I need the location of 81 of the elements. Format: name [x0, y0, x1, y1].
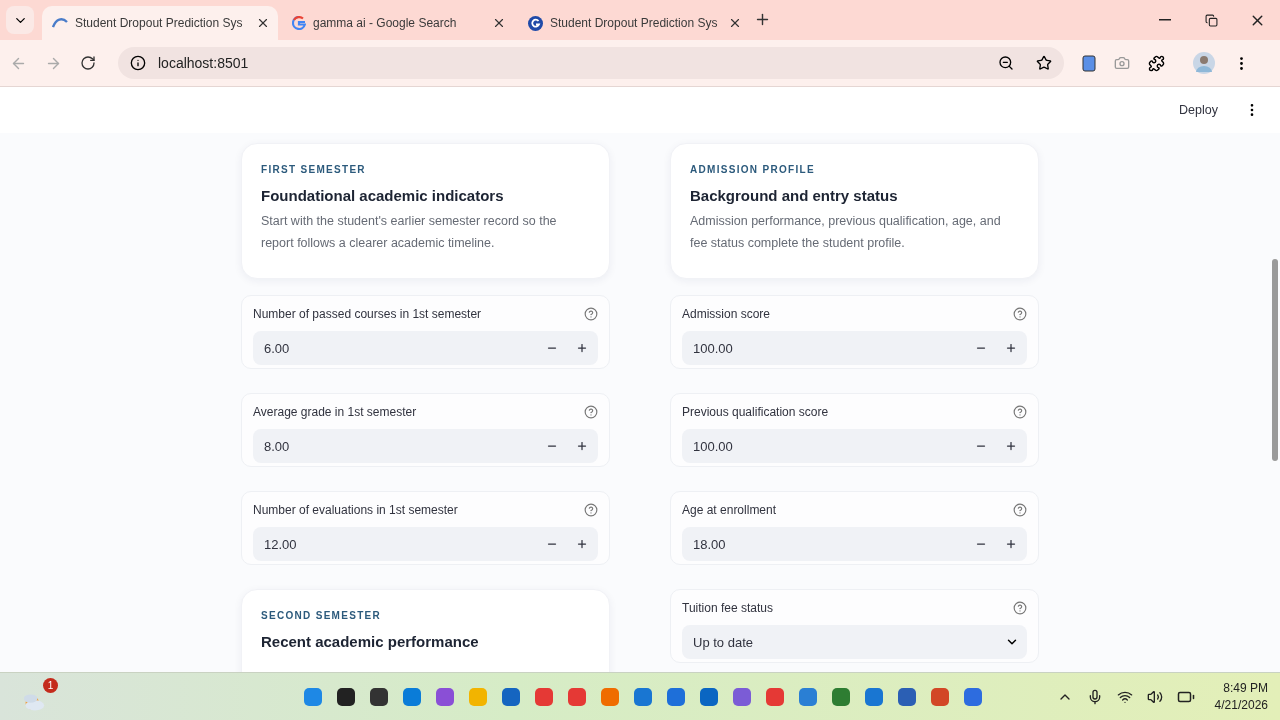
number-field[interactable]: 12.00	[253, 527, 598, 561]
plus-icon	[1005, 538, 1017, 550]
section-title: Foundational academic indicators	[261, 187, 505, 204]
plus-icon	[576, 538, 588, 550]
field-value: 100.00	[693, 438, 734, 454]
notification-badge: 1	[43, 677, 58, 693]
close-tab-button[interactable]	[728, 16, 742, 30]
field-value: Up to date	[693, 634, 754, 650]
field-value: 12.00	[264, 536, 298, 552]
section-eyebrow: ADMISSION PROFILE	[690, 164, 816, 175]
app-icon[interactable]	[368, 685, 390, 708]
field-value: 8.00	[264, 438, 291, 454]
field-label: Number of evaluations in 1st semester	[253, 503, 458, 517]
new-tab-button[interactable]	[754, 11, 771, 28]
clock[interactable]: 8:49 PM 4/21/2026	[1214, 679, 1268, 714]
address-text: localhost:8501	[158, 55, 250, 71]
field-value: 18.00	[693, 536, 727, 552]
field-label: Previous qualification score	[682, 405, 829, 419]
help-icon[interactable]	[584, 307, 598, 321]
number-field[interactable]: 8.00	[253, 429, 598, 463]
browser-tab[interactable]: Student Dropout Prediction Sys	[42, 6, 278, 40]
field-label: Average grade in 1st semester	[253, 405, 417, 419]
field-label: Admission score	[682, 307, 771, 321]
help-icon[interactable]	[584, 405, 598, 419]
help-icon[interactable]	[1013, 307, 1027, 321]
address-bar[interactable]: localhost:8501	[118, 47, 1064, 79]
scrollbar-thumb[interactable]	[1272, 259, 1278, 461]
help-icon[interactable]	[1013, 405, 1027, 419]
app-icon[interactable]	[335, 685, 357, 708]
field-value: 6.00	[264, 340, 291, 356]
tab-title: Student Dropout Prediction Sys	[550, 16, 719, 30]
help-icon[interactable]	[1013, 601, 1027, 615]
field-label: Number of passed courses in 1st semester	[253, 307, 482, 321]
close-tab-button[interactable]	[492, 16, 506, 30]
reload-button[interactable]	[80, 55, 96, 71]
plus-icon	[1005, 440, 1017, 452]
time-text: 8:49 PM	[1223, 679, 1268, 697]
select-field[interactable]: Up to date	[682, 625, 1027, 659]
reload-icon	[80, 55, 96, 71]
close-icon	[256, 16, 270, 30]
zoom-icon[interactable]	[998, 55, 1014, 71]
help-icon[interactable]	[584, 503, 598, 517]
number-field[interactable]: 100.00	[682, 331, 1027, 365]
number-field[interactable]: 6.00	[253, 331, 598, 365]
deploy-button[interactable]: Deploy	[1177, 99, 1220, 121]
restore-icon	[1204, 13, 1218, 27]
minimize-icon	[1159, 19, 1171, 21]
section-description: Start with the student's earlier semester record so the report follows a clearer academic timeline.	[261, 213, 558, 252]
field-label: Tuition fee status	[682, 601, 773, 615]
g-icon	[528, 15, 543, 31]
google-icon	[292, 16, 306, 30]
phone-icon[interactable]	[1082, 54, 1096, 72]
section-eyebrow: SECOND SEMESTER	[261, 610, 383, 621]
volume-icon[interactable]	[1146, 688, 1163, 705]
close-icon	[492, 16, 506, 30]
plus-icon	[576, 342, 588, 354]
close-tab-button[interactable]	[256, 16, 270, 30]
plus-icon	[754, 11, 771, 28]
camera-icon[interactable]	[1114, 55, 1130, 71]
wave-icon	[52, 17, 68, 29]
bookmark-star-icon[interactable]	[1036, 55, 1052, 71]
plus-icon	[1005, 342, 1017, 354]
section-title: Background and entry status	[690, 187, 899, 204]
date-text: 4/21/2026	[1214, 696, 1268, 714]
plus-icon	[576, 440, 588, 452]
extensions-icon[interactable]	[1148, 54, 1165, 72]
number-field[interactable]: 100.00	[682, 429, 1027, 463]
tab-title: Student Dropout Prediction Sys	[75, 16, 244, 30]
avatar[interactable]	[1193, 52, 1215, 74]
section-description: Admission performance, previous qualification, age, and fee status complete the student profile.	[690, 213, 1002, 252]
browser-tab[interactable]: gamma ai - Google Search	[282, 6, 514, 40]
help-icon[interactable]	[1013, 503, 1027, 517]
field-label: Age at enrollment	[682, 503, 777, 517]
close-icon	[728, 16, 742, 30]
field-value: 100.00	[693, 340, 734, 356]
section-title: Recent academic performance	[261, 633, 480, 650]
browser-tab[interactable]: Student Dropout Prediction Sys	[518, 6, 750, 40]
section-eyebrow: FIRST SEMESTER	[261, 164, 367, 175]
tab-title: gamma ai - Google Search	[313, 16, 458, 30]
info-icon[interactable]	[130, 55, 146, 71]
number-field[interactable]: 18.00	[682, 527, 1027, 561]
